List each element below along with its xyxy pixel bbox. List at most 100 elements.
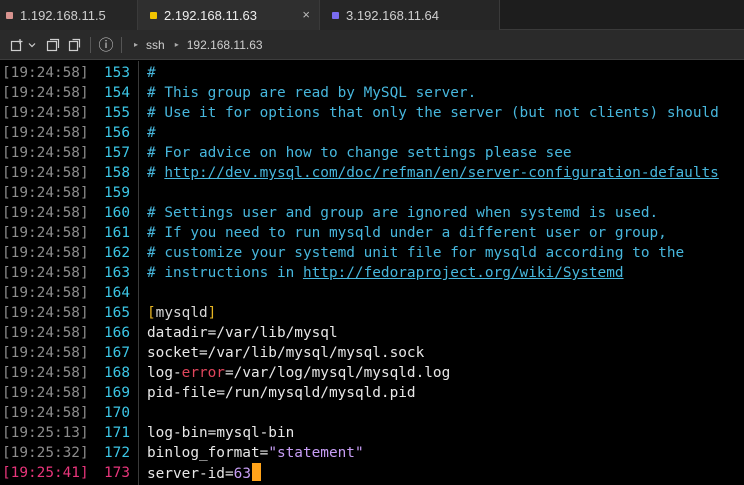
chevron-right-icon: ▸ — [174, 40, 179, 49]
equals-sign: = — [259, 445, 269, 461]
config-value: mysql-bin — [216, 425, 295, 441]
copy-icon[interactable] — [66, 36, 84, 54]
terminal-line: [19:25:32] 172 binlog_format="statement" — [0, 443, 744, 463]
config-key: binlog_format — [147, 445, 260, 461]
comment-text: # customize your systemd unit file for m… — [147, 245, 685, 261]
tab-label: 3.192.168.11.64 — [346, 7, 440, 23]
terminal-line: [19:24:58] 165 [mysqld] — [0, 303, 744, 323]
code-text: # If you need to run mysqld under a diff… — [147, 223, 667, 243]
terminal-line: [19:25:41] 173 server-id=63 — [0, 463, 744, 483]
config-key-suffix: error — [181, 365, 225, 381]
line-number: 158 — [104, 165, 130, 181]
breadcrumb: ▸ ssh ▸ 192.168.11.63 — [128, 38, 263, 52]
toolbar-divider — [90, 36, 91, 53]
timestamp: [19:24:58] — [2, 265, 89, 281]
terminal-line: [19:24:58] 155 # Use it for options that o… — [0, 103, 744, 123]
timestamp: [19:24:58] — [2, 225, 89, 241]
line-number: 157 — [104, 145, 130, 161]
code-text: log-bin=mysql-bin — [147, 423, 294, 443]
config-key: log- — [147, 365, 182, 381]
line-number: 173 — [104, 465, 130, 481]
tab-label: 2.192.168.11.63 — [164, 7, 258, 23]
close-icon[interactable]: × — [302, 7, 310, 22]
tab-session-2[interactable]: 2.192.168.11.63 × — [138, 0, 320, 30]
section-bracket: [ — [147, 305, 156, 321]
terminal-line: [19:24:58] 154 # This group are read by My… — [0, 83, 744, 103]
config-key: socket — [147, 345, 199, 361]
timestamp: [19:24:58] — [2, 385, 89, 401]
config-key: server-id — [147, 466, 225, 482]
terminal-line: [19:24:58] 158 # http://dev.mysql.com/doc/… — [0, 163, 744, 183]
toolbar: ⓘ ▸ ssh ▸ 192.168.11.63 — [0, 30, 744, 60]
tab-color-icon — [6, 11, 13, 19]
timestamp: [19:25:13] — [2, 425, 89, 441]
line-number: 154 — [104, 85, 130, 101]
tab-color-icon — [150, 11, 157, 19]
line-number: 153 — [104, 65, 130, 81]
timestamp: [19:24:58] — [2, 285, 89, 301]
code-text: binlog_format="statement" — [147, 443, 364, 463]
comment-text: # Use it for options that only the serve… — [147, 105, 719, 121]
code-text: [mysqld] — [147, 303, 216, 323]
timestamp: [19:24:58] — [2, 245, 89, 261]
terminal-line: [19:24:58] 164 — [0, 283, 744, 303]
timestamp: [19:25:41] — [2, 465, 89, 481]
timestamp: [19:24:58] — [2, 85, 89, 101]
timestamp: [19:24:58] — [2, 105, 89, 121]
chevron-down-icon[interactable] — [26, 36, 38, 54]
duplicate-tab-icon[interactable] — [44, 36, 62, 54]
config-value: /var/lib/mysql — [216, 325, 338, 341]
timestamp: [19:24:58] — [2, 125, 89, 141]
tab-label: 1.192.168.11.5 — [20, 7, 106, 23]
code-text: # — [147, 123, 156, 143]
info-icon[interactable]: ⓘ — [97, 36, 115, 54]
terminal-line: [19:24:58] 160 # Settings user and group a… — [0, 203, 744, 223]
config-key: pid-file — [147, 385, 217, 401]
line-number: 156 — [104, 125, 130, 141]
timestamp: [19:24:58] — [2, 325, 89, 341]
code-text: # instructions in http://fedoraproject.o… — [147, 263, 624, 283]
terminal-line: [19:24:58] 167 socket=/var/lib/mysql/mysql… — [0, 343, 744, 363]
line-number: 163 — [104, 265, 130, 281]
equals-sign: = — [224, 466, 234, 482]
equals-sign: = — [216, 385, 225, 401]
code-text: log-error=/var/log/mysql/mysqld.log — [147, 363, 450, 383]
terminal-line: [19:24:58] 163 # instructions in http://fe… — [0, 263, 744, 283]
comment-text: # Settings user and group are ignored wh… — [147, 205, 659, 221]
code-text: # Settings user and group are ignored wh… — [147, 203, 658, 223]
breadcrumb-host[interactable]: 192.168.11.63 — [187, 38, 263, 52]
breadcrumb-protocol[interactable]: ssh — [146, 38, 165, 52]
tab-session-1[interactable]: 1.192.168.11.5 — [0, 0, 138, 30]
url-link[interactable]: http://dev.mysql.com/doc/refman/en/serve… — [164, 165, 719, 181]
timestamp: [19:24:58] — [2, 165, 89, 181]
tab-bar: 1.192.168.11.5 2.192.168.11.63 × 3.192.1… — [0, 0, 744, 30]
line-number: 170 — [104, 405, 130, 421]
equals-sign: = — [198, 345, 208, 361]
tab-session-3[interactable]: 3.192.168.11.64 — [320, 0, 500, 30]
comment-text: # — [147, 65, 156, 81]
comment-text: # — [147, 125, 156, 141]
config-value: 63 — [233, 466, 251, 482]
line-number: 169 — [104, 385, 130, 401]
config-key: log-bin — [147, 425, 208, 441]
comment-text: # For advice on how to change settings p… — [147, 145, 572, 161]
code-text: server-id=63 — [147, 463, 261, 484]
terminal-line: [19:25:13] 171 log-bin=mysql-bin — [0, 423, 744, 443]
tab-color-icon — [332, 11, 339, 19]
code-text: # This group are read by MySQL server. — [147, 83, 476, 103]
code-text: # For advice on how to change settings p… — [147, 143, 572, 163]
timestamp: [19:24:58] — [2, 145, 89, 161]
line-number: 166 — [104, 325, 130, 341]
equals-sign: = — [224, 365, 234, 381]
url-link[interactable]: http://fedoraproject.org/wiki/Systemd — [303, 265, 624, 281]
line-number: 167 — [104, 345, 130, 361]
terminal-line: [19:24:58] 166 datadir=/var/lib/mysql — [0, 323, 744, 343]
line-number: 161 — [104, 225, 130, 241]
line-number: 164 — [104, 285, 130, 301]
terminal-line: [19:24:58] 161 # If you need to run mysqld… — [0, 223, 744, 243]
terminal-output[interactable]: [19:24:58] 153 # [19:24:58] 154 # This group … — [0, 61, 744, 485]
terminal-line: [19:24:58] 162 # customize your systemd un… — [0, 243, 744, 263]
new-tab-icon[interactable] — [8, 36, 26, 54]
line-number: 165 — [104, 305, 130, 321]
code-text: socket=/var/lib/mysql/mysql.sock — [147, 343, 424, 363]
